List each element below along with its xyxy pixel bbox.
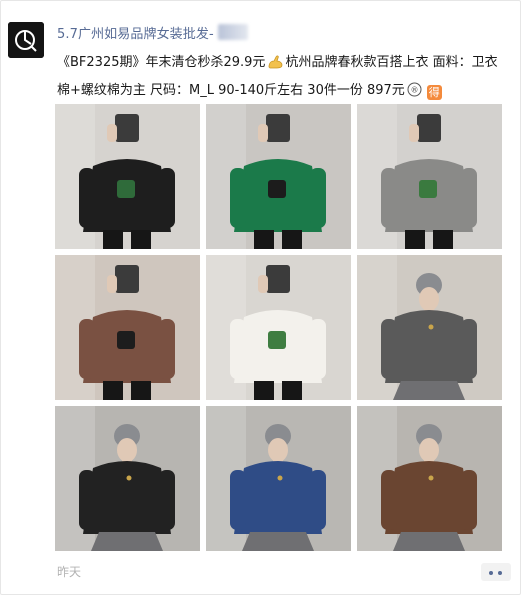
logo-icon <box>8 22 44 58</box>
clothing-photo-image <box>55 104 200 249</box>
post-time: 昨天 <box>57 565 82 579</box>
more-dot-icon <box>498 571 502 575</box>
photo-thumbnail-3[interactable] <box>357 104 502 249</box>
photo-thumbnail-8[interactable] <box>206 406 351 551</box>
de-emoji-icon: 得 <box>426 85 442 100</box>
post-text: 《BF2325期》年末清仓秒杀29.9元 杭州品牌春秋款百搭上衣 面料：卫衣棉+螺… <box>57 50 505 106</box>
author-avatar[interactable] <box>8 22 44 58</box>
clothing-photo-image <box>206 406 351 551</box>
photo-thumbnail-4[interactable] <box>55 255 200 400</box>
more-dot-icon <box>489 571 493 575</box>
photo-thumbnail-6[interactable] <box>357 255 502 400</box>
clothing-photo-image <box>357 104 502 249</box>
clothing-photo-image <box>55 255 200 400</box>
author-name[interactable]: 5.7广州如易品牌女装批发- <box>57 23 214 42</box>
post-text-part1: 《BF2325期》年末清仓秒杀29.9元 <box>57 55 266 70</box>
blurred-name-suffix <box>218 24 248 40</box>
photo-thumbnail-7[interactable] <box>55 406 200 551</box>
photo-grid <box>55 104 502 551</box>
more-options-button[interactable] <box>481 563 511 581</box>
clothing-photo-image <box>206 255 351 400</box>
photo-thumbnail-5[interactable] <box>206 255 351 400</box>
flexed-arm-emoji-icon <box>267 53 283 78</box>
photo-thumbnail-1[interactable] <box>55 104 200 249</box>
svg-text:®: ® <box>410 86 418 95</box>
registered-emoji-icon: ® <box>407 81 422 106</box>
clothing-photo-image <box>206 104 351 249</box>
photo-thumbnail-9[interactable] <box>357 406 502 551</box>
clothing-photo-image <box>357 255 502 400</box>
photo-thumbnail-2[interactable] <box>206 104 351 249</box>
clothing-photo-image <box>357 406 502 551</box>
clothing-photo-image <box>55 406 200 551</box>
